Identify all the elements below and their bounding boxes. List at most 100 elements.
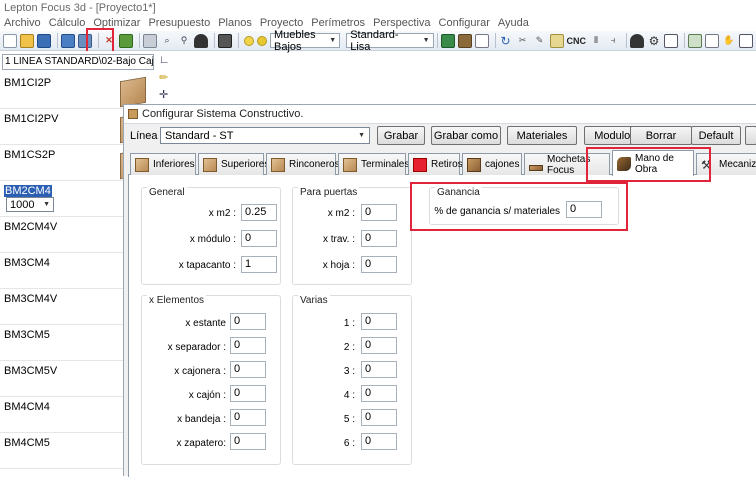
sheet-icon[interactable] bbox=[705, 33, 719, 48]
document-icon[interactable] bbox=[474, 33, 489, 48]
panel-icon[interactable] bbox=[457, 33, 472, 48]
menu-presupuesto[interactable]: Presupuesto bbox=[144, 16, 214, 31]
x-bandeja-input[interactable]: 0 bbox=[230, 409, 266, 426]
list-item[interactable]: BM1CS2P bbox=[0, 145, 146, 181]
dialog-title: Configurar Sistema Constructivo. bbox=[142, 108, 304, 120]
x-separador-input[interactable]: 0 bbox=[230, 337, 266, 354]
general-xm2-input[interactable]: 0.25 bbox=[241, 204, 277, 221]
tab-cajones[interactable]: cajones bbox=[462, 153, 522, 175]
fork-icon[interactable]: ⫞ bbox=[606, 34, 620, 48]
toolbar-separator bbox=[214, 33, 215, 48]
list-item-selected[interactable]: BM2CM4 1000 ▼ bbox=[0, 181, 124, 217]
module-thumbnail bbox=[120, 76, 146, 108]
style-select[interactable]: Standard-Lisa ▼ bbox=[346, 29, 434, 53]
window-icon[interactable] bbox=[739, 33, 753, 48]
list-item[interactable]: BM3CM4 bbox=[0, 253, 124, 289]
new-file-icon[interactable] bbox=[3, 33, 17, 48]
varias-6-input[interactable]: 0 bbox=[361, 433, 397, 450]
field-label: 6 : bbox=[343, 438, 355, 449]
default-button[interactable]: Default bbox=[691, 126, 741, 145]
edit-icon[interactable]: ✎ bbox=[533, 34, 547, 48]
varias-3-input[interactable]: 0 bbox=[361, 361, 397, 378]
chevron-down-icon: ▼ bbox=[358, 132, 365, 139]
zoom-icon[interactable]: ⌕ bbox=[160, 34, 174, 48]
general-xtapacanto-input[interactable]: 1 bbox=[241, 256, 277, 273]
puertas-xtrav-input[interactable]: 0 bbox=[361, 230, 397, 247]
module-label: BM3CM5V bbox=[4, 365, 58, 377]
calculator-icon[interactable] bbox=[218, 33, 232, 48]
tab-inferiores[interactable]: Inferiores bbox=[130, 153, 196, 175]
cnc-label[interactable]: CNC bbox=[567, 36, 587, 46]
list-item[interactable]: BM3CM5V bbox=[0, 361, 124, 397]
save-icon[interactable] bbox=[37, 33, 51, 48]
menu-planos[interactable]: Planos bbox=[214, 16, 256, 31]
tab-mano-de-obra[interactable]: Mano de Obra bbox=[612, 150, 694, 176]
list-item[interactable]: BM3CM4V bbox=[0, 289, 124, 325]
group-title: General bbox=[147, 187, 187, 198]
varias-5-input[interactable]: 0 bbox=[361, 409, 397, 426]
linea-select[interactable]: Standard - ST ▼ bbox=[160, 127, 370, 144]
list-icon[interactable] bbox=[664, 33, 678, 48]
grabar-como-button[interactable]: Grabar como bbox=[431, 126, 501, 145]
line-combo[interactable]: 1 LINEA STANDARD\02-Bajo Cajoner ▼ bbox=[2, 54, 154, 70]
monitor-icon[interactable] bbox=[61, 33, 75, 48]
search-icon[interactable]: ⚲ bbox=[177, 34, 191, 48]
dialog-app-icon bbox=[128, 109, 138, 119]
x-cajon-input[interactable]: 0 bbox=[230, 385, 266, 402]
tab-label: Terminales bbox=[361, 159, 410, 170]
list-item[interactable]: BM4CM5 bbox=[0, 433, 124, 469]
grabar-button[interactable]: Grabar bbox=[377, 126, 425, 145]
field-label: x m2 : bbox=[327, 208, 355, 219]
yellow-circle-icon[interactable] bbox=[257, 35, 267, 46]
stamp-icon[interactable] bbox=[194, 33, 208, 48]
module-icon[interactable] bbox=[119, 33, 133, 48]
list-item[interactable]: BM1CI2PV bbox=[0, 109, 146, 145]
gear-icon[interactable]: ⚙ bbox=[647, 34, 661, 48]
borrar-button[interactable]: Borrar bbox=[630, 126, 692, 145]
print-icon[interactable] bbox=[143, 33, 157, 48]
x-zapatero-input[interactable]: 0 bbox=[230, 433, 266, 450]
list-item[interactable]: BM4CM4 bbox=[0, 397, 124, 433]
tab-label: Mano de Obra bbox=[635, 152, 674, 175]
book-icon[interactable] bbox=[440, 33, 455, 48]
puertas-xm2-input[interactable]: 0 bbox=[361, 204, 397, 221]
module-label: BM2CM4 bbox=[4, 185, 52, 197]
crosshair-icon[interactable]: ✛ bbox=[159, 88, 173, 102]
layer-select[interactable]: Muebles Bajos ▼ bbox=[270, 29, 341, 53]
varias-2-input[interactable]: 0 bbox=[361, 337, 397, 354]
list-item[interactable]: BM1CI2P bbox=[0, 73, 146, 109]
split-icon[interactable]: ⫴ bbox=[589, 34, 603, 48]
list-item[interactable]: BM2CM4V bbox=[0, 217, 124, 253]
image-icon[interactable] bbox=[688, 33, 702, 48]
ruler-icon[interactable] bbox=[549, 33, 564, 48]
tab-rinconeros[interactable]: Rinconeros bbox=[266, 153, 340, 175]
menu-configurar[interactable]: Configurar bbox=[435, 16, 494, 31]
list-item[interactable]: BM3CM5 bbox=[0, 325, 124, 361]
menu-ayuda[interactable]: Ayuda bbox=[494, 16, 533, 31]
x-cajonera-input[interactable]: 0 bbox=[230, 361, 266, 378]
materiales-button[interactable]: Materiales bbox=[507, 126, 577, 145]
group-title: Para puertas bbox=[298, 187, 360, 198]
tab-retiros[interactable]: Retiros bbox=[408, 153, 463, 175]
x-estante-input[interactable]: 0 bbox=[230, 313, 266, 330]
puertas-xhoja-input[interactable]: 0 bbox=[361, 256, 397, 273]
hand-icon[interactable]: ✋ bbox=[722, 34, 736, 48]
tab-superiores[interactable]: Superiores bbox=[198, 153, 269, 175]
tab-terminales[interactable]: Terminales bbox=[338, 153, 410, 175]
varias-1-input[interactable]: 0 bbox=[361, 313, 397, 330]
field-label: 3 : bbox=[343, 366, 355, 377]
menu-calculo[interactable]: Cálculo bbox=[45, 16, 90, 31]
open-folder-icon[interactable] bbox=[20, 33, 34, 48]
pencil-tool-icon[interactable]: ✏ bbox=[159, 71, 173, 85]
extra-button[interactable] bbox=[745, 126, 756, 145]
lightbulb-icon[interactable] bbox=[244, 35, 254, 46]
general-xmodulo-input[interactable]: 0 bbox=[241, 230, 277, 247]
angle-tool-icon[interactable]: ∟ bbox=[159, 54, 173, 68]
varias-4-input[interactable]: 0 bbox=[361, 385, 397, 402]
helmet-icon[interactable] bbox=[630, 33, 644, 48]
general-group: General x m2 : 0.25 x módulo : 0 x tapac… bbox=[141, 187, 281, 285]
cut-tools-icon[interactable]: ✂ bbox=[516, 34, 530, 48]
menu-archivo[interactable]: Archivo bbox=[0, 16, 45, 31]
refresh-icon[interactable]: ↻ bbox=[499, 34, 513, 48]
size-dropdown[interactable]: 1000 ▼ bbox=[6, 197, 54, 212]
